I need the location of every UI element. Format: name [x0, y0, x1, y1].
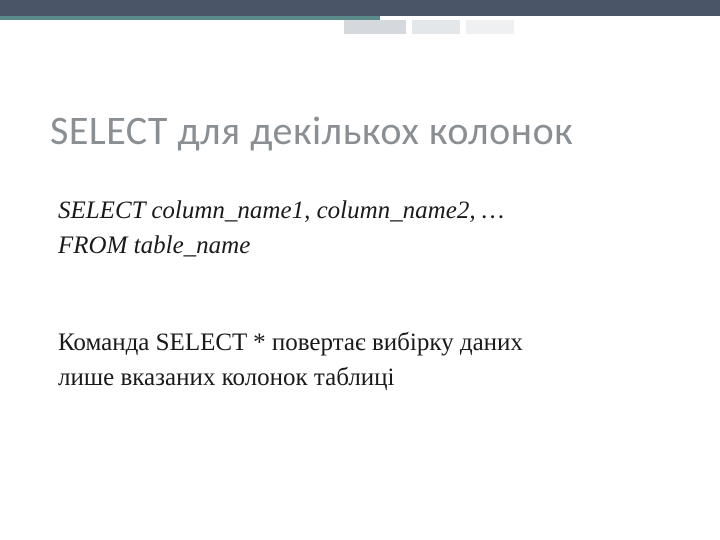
explanation-line-1: Команда SELECT * повертає вибірку даних: [58, 325, 670, 360]
decorative-block: [466, 20, 514, 34]
accent-underline: [0, 16, 380, 20]
decorative-block: [344, 20, 406, 34]
top-accent-bar: [0, 0, 720, 16]
explanation-line-2: лише вказаних колонок таблиці: [58, 360, 670, 395]
slide-title: SELECT для декількох колонок: [50, 106, 670, 155]
syntax-line-1: SELECT column_name1, column_name2, …: [58, 193, 670, 228]
explanation-text: Команда SELECT * повертає вибірку даних …: [58, 325, 670, 395]
decorative-blocks: [344, 20, 520, 34]
decorative-block: [412, 20, 460, 34]
slide-content: SELECT для декількох колонок SELECT colu…: [0, 16, 720, 395]
syntax-line-2: FROM table_name: [58, 228, 670, 263]
